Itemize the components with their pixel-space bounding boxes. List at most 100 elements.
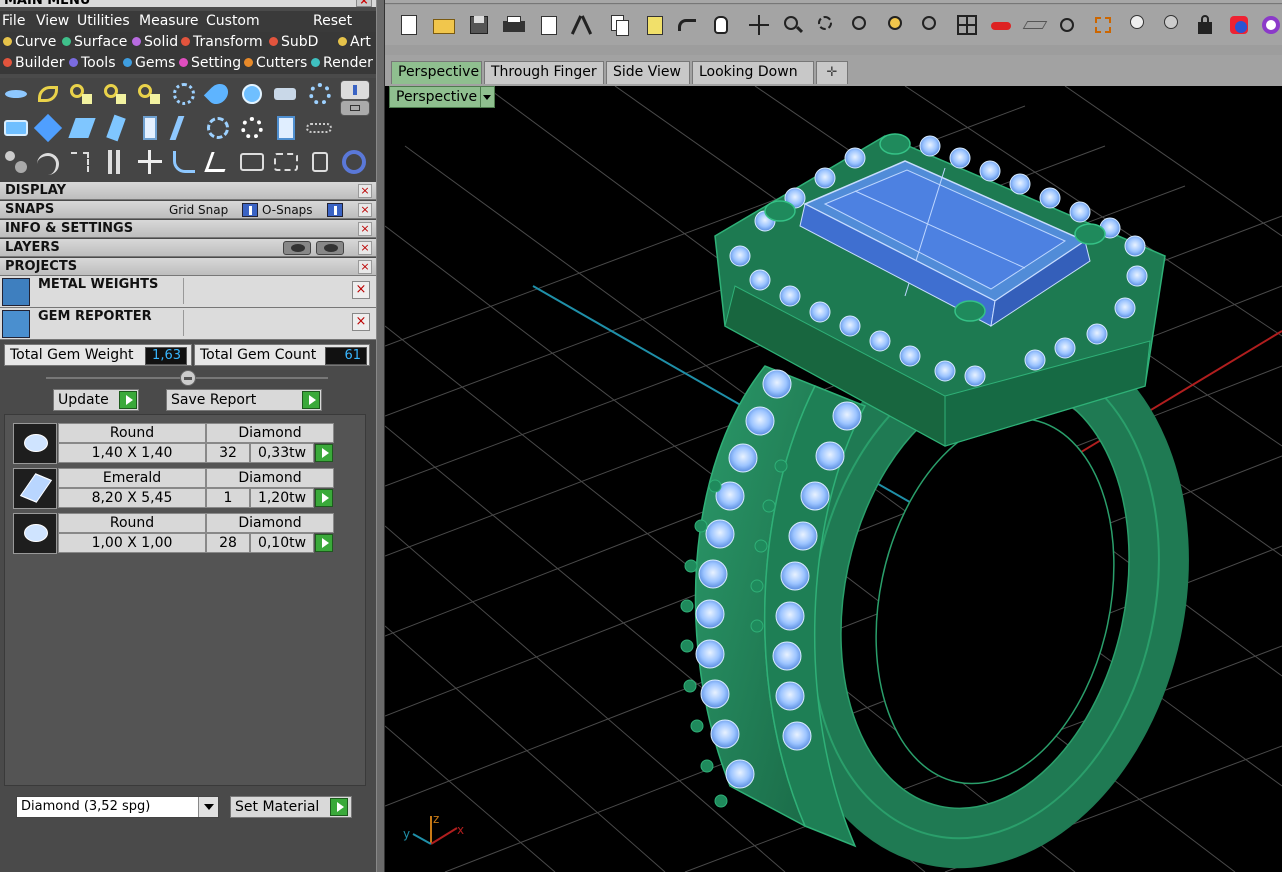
bend-icon[interactable] [204,148,232,176]
close-icon[interactable]: × [358,203,372,217]
close-icon[interactable]: × [358,260,372,274]
curve-arc-icon[interactable] [34,148,62,176]
module-render[interactable]: Render [311,53,373,74]
gem-round-icon[interactable] [238,80,266,108]
ring-size-icon[interactable] [340,148,368,176]
perspective-viewport[interactable]: z x y Perspective [385,86,1282,872]
gem-row[interactable]: Emerald Diamond 8,20 X 5,45 1 1,20tw [13,468,335,509]
zoom-window-icon[interactable] [815,13,839,37]
four-viewports-icon[interactable] [955,13,979,37]
viewport-title[interactable]: Perspective [389,86,495,108]
select-filter-icon[interactable] [1091,13,1115,37]
module-gems[interactable]: Gems [123,53,175,74]
add-viewport-icon[interactable]: ✛ [816,61,848,84]
snaps-section-header[interactable]: SNAPS Grid Snap O-Snaps × [0,201,376,219]
gem-row-play-button[interactable] [315,534,333,552]
undo-view-icon[interactable] [919,13,943,37]
gem-seat-icon[interactable] [272,80,300,108]
gem-row-play-button[interactable] [315,444,333,462]
projects-section-header[interactable]: PROJECTS × [0,258,376,276]
car-render-icon[interactable] [989,13,1013,37]
gem-tapered-icon[interactable] [102,114,130,142]
module-solid[interactable]: Solid [132,32,178,53]
close-icon[interactable]: × [352,281,370,299]
tab-looking-down[interactable]: Looking Down [692,61,814,84]
tab-through-finger[interactable]: Through Finger [484,61,604,84]
module-cutters[interactable]: Cutters [244,53,307,74]
zoom-selected-icon[interactable] [885,13,909,37]
set-material-button[interactable]: Set Material [230,796,352,818]
info-section-header[interactable]: INFO & SETTINGS × [0,220,376,238]
gem-report-icon[interactable] [272,114,300,142]
tab-perspective[interactable]: Perspective [391,61,482,84]
rotate-icon[interactable] [170,148,198,176]
cut-icon[interactable] [570,13,595,37]
lock-icon[interactable] [1193,13,1217,37]
o-snaps-toggle[interactable] [327,203,343,217]
prong-icon[interactable] [2,148,30,176]
material-icon[interactable] [1227,13,1251,37]
menu-file[interactable]: File [2,11,25,32]
grid-icon[interactable] [1022,13,1048,37]
light-bulb-off-icon[interactable] [1159,13,1183,37]
gem-align-icon[interactable] [2,80,30,108]
save-report-button[interactable]: Save Report [166,389,322,411]
close-icon[interactable]: × [352,313,370,331]
gem-cone-icon[interactable] [169,114,199,142]
menu-utilities[interactable]: Utilities [77,11,130,32]
metal-weights-header[interactable]: METAL WEIGHTS × [0,276,376,308]
module-tools[interactable]: Tools [69,53,116,74]
module-curve[interactable]: Curve [3,32,56,53]
light-bulb-icon[interactable] [1125,13,1149,37]
scissors-icon[interactable] [306,148,334,176]
module-subd[interactable]: SubD [269,32,318,53]
gem-cluster-icon[interactable] [170,80,198,108]
zoom-extents-icon[interactable] [849,13,873,37]
copy-icon[interactable] [607,13,631,37]
pave-grid-icon[interactable] [102,80,130,108]
menu-view[interactable]: View [36,11,69,32]
menu-custom[interactable]: Custom [206,11,260,32]
print-icon[interactable] [501,13,525,37]
save-icon[interactable] [467,13,491,37]
menu-measure[interactable]: Measure [139,11,199,32]
grid-snap-toggle[interactable] [242,203,258,217]
tab-side-view[interactable]: Side View [606,61,690,84]
move-icon[interactable] [136,148,164,176]
gem-reporter-header[interactable]: GEM REPORTER × [0,308,376,340]
close-icon[interactable]: × [358,241,372,255]
panel-splitter[interactable] [376,0,385,872]
ungroup-icon[interactable] [272,148,300,176]
chevron-down-icon[interactable] [480,87,494,107]
properties-icon[interactable] [537,13,561,37]
gem-sparkle-icon[interactable] [238,114,266,142]
gem-spread-icon[interactable] [204,114,232,142]
gem-on-curve-icon[interactable] [34,80,62,108]
gem-row[interactable]: Round Diamond 1,00 X 1,00 28 0,10tw [13,513,335,554]
gem-chain-icon[interactable] [304,114,332,142]
gem-cut-icon[interactable] [2,114,30,142]
undo-icon[interactable] [675,13,699,37]
layout-toggle-icon[interactable] [340,80,370,100]
close-icon[interactable]: × [358,184,372,198]
update-button[interactable]: Update [53,389,139,411]
close-icon[interactable]: × [358,222,372,236]
pave-auto-icon[interactable] [136,80,164,108]
mirror-icon[interactable] [102,148,130,176]
layer-visibility-icon[interactable] [283,241,311,255]
osnap-icon[interactable] [1057,13,1081,37]
menu-reset[interactable]: Reset [313,11,352,32]
layers-section-header[interactable]: LAYERS × [0,239,376,257]
gem-baguette-icon[interactable] [68,114,96,142]
chevron-down-icon[interactable] [198,797,218,817]
material-select[interactable]: Diamond (3,52 spg) [16,796,219,818]
gem-pear-icon[interactable] [203,79,233,109]
curve-offset-icon[interactable] [68,148,96,176]
open-folder-icon[interactable] [431,13,455,37]
gem-row-play-button[interactable] [315,489,333,507]
eye-icon[interactable] [316,241,344,255]
module-transform[interactable]: Transform [181,32,263,53]
gem-diamond-icon[interactable] [33,113,63,143]
render-sphere-icon[interactable] [1259,13,1282,37]
rotate-view-icon[interactable] [747,13,771,37]
